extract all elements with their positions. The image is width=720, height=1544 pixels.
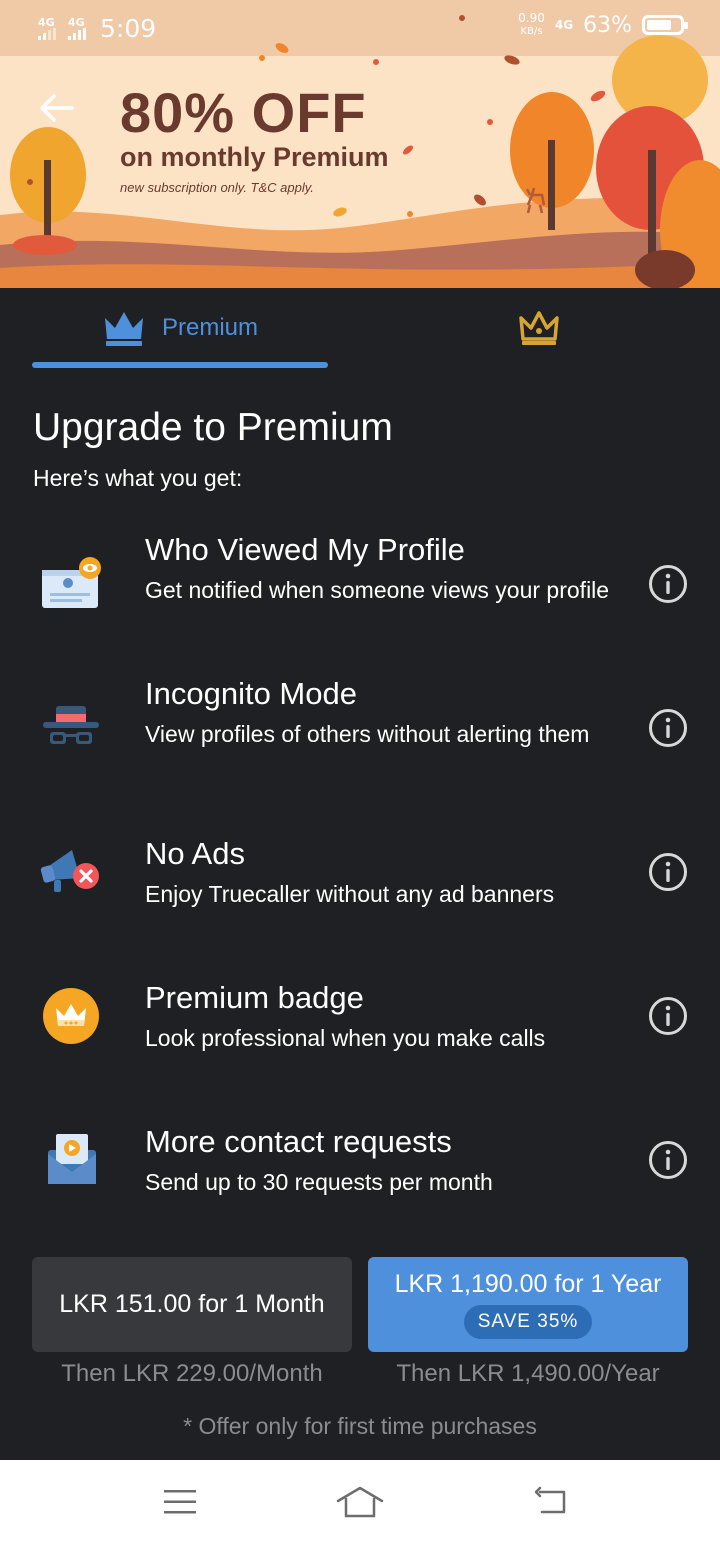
feature-description: Send up to 30 requests per month: [145, 1169, 493, 1195]
crown-badge-icon: [36, 980, 106, 1050]
info-icon: [649, 565, 687, 603]
yearly-renewal-price: Then LKR 1,490.00/Year: [396, 1360, 660, 1387]
back-icon: [534, 1486, 566, 1514]
yearly-plan-price: LKR 1,190.00 for 1 Year: [394, 1270, 662, 1298]
tab-premium[interactable]: Premium: [32, 288, 328, 368]
home-button[interactable]: [330, 1478, 390, 1526]
network-speed-unit: KB/s: [520, 26, 543, 37]
monthly-plan-button[interactable]: LKR 151.00 for 1 Month: [32, 1257, 352, 1352]
sim1-signal-icon: 4G: [38, 17, 56, 40]
info-icon: [649, 853, 687, 891]
feature-title: More contact requests: [145, 1124, 452, 1159]
info-button[interactable]: [648, 564, 688, 604]
battery-icon: [642, 15, 688, 35]
info-button[interactable]: [648, 996, 688, 1036]
monthly-plan-price: LKR 151.00 for 1 Month: [59, 1290, 325, 1318]
sim1-network-label: 4G: [38, 16, 55, 29]
menu-button[interactable]: [150, 1478, 210, 1526]
back-button[interactable]: [36, 92, 76, 124]
tab-selected-indicator: [32, 362, 328, 368]
save-badge: SAVE 35%: [463, 1305, 593, 1339]
megaphone-blocked-icon: [36, 836, 106, 906]
battery-percent: 63%: [583, 12, 632, 38]
menu-icon: [164, 1490, 196, 1514]
offer-terms-note: new subscription only. T&C apply.: [120, 180, 314, 195]
info-button[interactable]: [648, 708, 688, 748]
offer-subtitle: on monthly Premium: [120, 142, 389, 172]
feature-title: Who Viewed My Profile: [145, 532, 465, 567]
crown-icon: [104, 312, 143, 346]
back-nav-button[interactable]: [520, 1478, 580, 1526]
info-icon: [649, 1141, 687, 1179]
sim2-network-label: 4G: [68, 16, 85, 29]
gold-crown-icon: [519, 311, 559, 345]
promo-banner[interactable]: 4G 4G 5:09 0.90 KB/s 4G 63% 80% OFF on m…: [0, 0, 720, 288]
system-navigation-bar: [0, 1460, 720, 1544]
info-button[interactable]: [648, 1140, 688, 1180]
mobile-data-indicator: 4G: [554, 18, 574, 32]
feature-description: View profiles of others without alerting…: [145, 721, 590, 747]
network-speed: 0.90 KB/s: [518, 12, 545, 38]
feature-title: Incognito Mode: [145, 676, 357, 711]
home-icon: [336, 1486, 384, 1518]
feature-description: Look professional when you make calls: [145, 1025, 546, 1051]
feature-premium-badge: Premium badge Look professional when you…: [0, 978, 720, 1098]
feature-no-ads: No Ads Enjoy Truecaller without any ad b…: [0, 834, 720, 954]
info-icon: [649, 997, 687, 1035]
offer-title: 80% OFF: [120, 81, 367, 144]
tab-gold[interactable]: [390, 288, 688, 368]
network-speed-value: 0.90: [518, 11, 545, 25]
yearly-plan-button[interactable]: LKR 1,190.00 for 1 Year SAVE 35%: [368, 1257, 688, 1352]
info-button[interactable]: [648, 852, 688, 892]
feature-title: Premium badge: [145, 980, 364, 1015]
status-bar: 4G 4G 5:09 0.90 KB/s 4G 63%: [0, 0, 720, 56]
feature-incognito-mode: Incognito Mode View profiles of others w…: [0, 674, 720, 794]
feature-more-contact-requests: More contact requests Send up to 30 requ…: [0, 1122, 720, 1242]
incognito-hat-glasses-icon: [36, 692, 106, 762]
page-title: Upgrade to Premium: [33, 406, 393, 449]
info-icon: [649, 709, 687, 747]
monthly-renewal-price: Then LKR 229.00/Month: [61, 1360, 323, 1387]
page-subtitle: Here’s what you get:: [33, 465, 243, 491]
tab-premium-label: Premium: [161, 314, 258, 341]
feature-title: No Ads: [145, 836, 245, 871]
plan-tabs: Premium: [0, 288, 720, 370]
envelope-icon: [36, 1124, 106, 1194]
feature-description: Get notified when someone views your pro…: [145, 577, 610, 603]
clock: 5:09: [100, 14, 157, 43]
profile-card-eye-icon: [36, 556, 106, 626]
feature-description: Enjoy Truecaller without any ad banners: [145, 881, 555, 907]
offer-disclaimer: * Offer only for first time purchases: [183, 1413, 537, 1439]
feature-who-viewed-profile: Who Viewed My Profile Get notified when …: [0, 530, 720, 650]
sim2-signal-icon: 4G: [68, 17, 86, 40]
arrow-left-icon: [40, 94, 74, 122]
